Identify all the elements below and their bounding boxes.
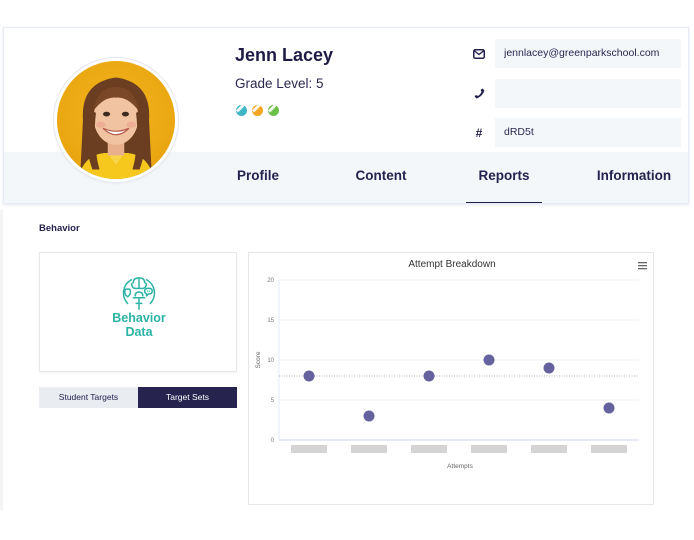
data-point bbox=[363, 410, 375, 422]
y-tick-label: 0 bbox=[271, 438, 275, 444]
badge-teal-icon[interactable] bbox=[236, 105, 247, 116]
target-sets-button[interactable]: Target Sets bbox=[138, 387, 237, 408]
behavior-logo-line1: Behavior bbox=[112, 311, 166, 325]
phone-field[interactable] bbox=[495, 79, 681, 108]
student-id-field[interactable] bbox=[495, 118, 681, 147]
y-tick-label: 15 bbox=[267, 318, 274, 324]
behavior-data-card[interactable]: Behavior Data bbox=[39, 252, 237, 372]
email-row bbox=[472, 39, 682, 68]
data-point bbox=[483, 354, 495, 366]
data-point bbox=[543, 362, 555, 374]
chart-svg: Attempt Breakdown 0 5 10 15 20 Score Attempt… bbox=[255, 259, 647, 470]
badge-list bbox=[236, 105, 279, 116]
id-row: # bbox=[472, 118, 682, 147]
y-tick-label: 20 bbox=[267, 278, 274, 284]
behavior-data-logo: Behavior Data bbox=[104, 275, 174, 345]
data-point bbox=[603, 402, 615, 414]
student-header-card: Jenn Lacey Grade Level: 5 # Profile Cont… bbox=[3, 27, 689, 204]
badge-orange-icon[interactable] bbox=[252, 105, 263, 116]
y-tick-label: 5 bbox=[271, 398, 275, 404]
tab-content[interactable]: Content bbox=[352, 152, 410, 203]
hamburger-menu-icon[interactable] bbox=[638, 262, 647, 270]
tab-profile[interactable]: Profile bbox=[230, 152, 286, 203]
chart-title: Attempt Breakdown bbox=[408, 259, 495, 270]
x-category-label-redacted bbox=[351, 445, 387, 453]
hash-icon: # bbox=[475, 125, 483, 140]
badge-green-icon[interactable] bbox=[268, 105, 279, 116]
tab-information[interactable]: Information bbox=[594, 152, 674, 203]
student-name: Jenn Lacey bbox=[235, 45, 334, 65]
y-tick-label: 10 bbox=[267, 358, 274, 364]
x-axis-title: Attempts bbox=[447, 463, 473, 470]
behavior-logo-line2: Data bbox=[125, 324, 153, 339]
tab-reports[interactable]: Reports bbox=[466, 152, 542, 203]
phone-icon bbox=[472, 87, 486, 101]
avatar bbox=[54, 58, 178, 182]
envelope-icon bbox=[472, 47, 486, 61]
section-title: Behavior bbox=[39, 223, 80, 234]
attempt-breakdown-chart: Attempt Breakdown 0 5 10 15 20 Score Attempt… bbox=[248, 252, 654, 505]
x-category-label-redacted bbox=[471, 445, 507, 453]
x-category-label-redacted bbox=[591, 445, 627, 453]
x-category-label-redacted bbox=[291, 445, 327, 453]
sidebar-edge bbox=[0, 210, 3, 510]
student-photo-icon bbox=[57, 61, 175, 179]
email-field[interactable] bbox=[495, 39, 681, 68]
x-category-label-redacted bbox=[531, 445, 567, 453]
student-targets-button[interactable]: Student Targets bbox=[39, 387, 138, 408]
data-point bbox=[423, 370, 435, 382]
x-category-label-redacted bbox=[411, 445, 447, 453]
behavior-brain-heart-icon bbox=[122, 277, 156, 310]
phone-row bbox=[472, 79, 682, 108]
grade-level: Grade Level: 5 bbox=[235, 76, 324, 91]
data-point bbox=[303, 370, 315, 382]
y-axis-title: Score bbox=[255, 351, 262, 368]
